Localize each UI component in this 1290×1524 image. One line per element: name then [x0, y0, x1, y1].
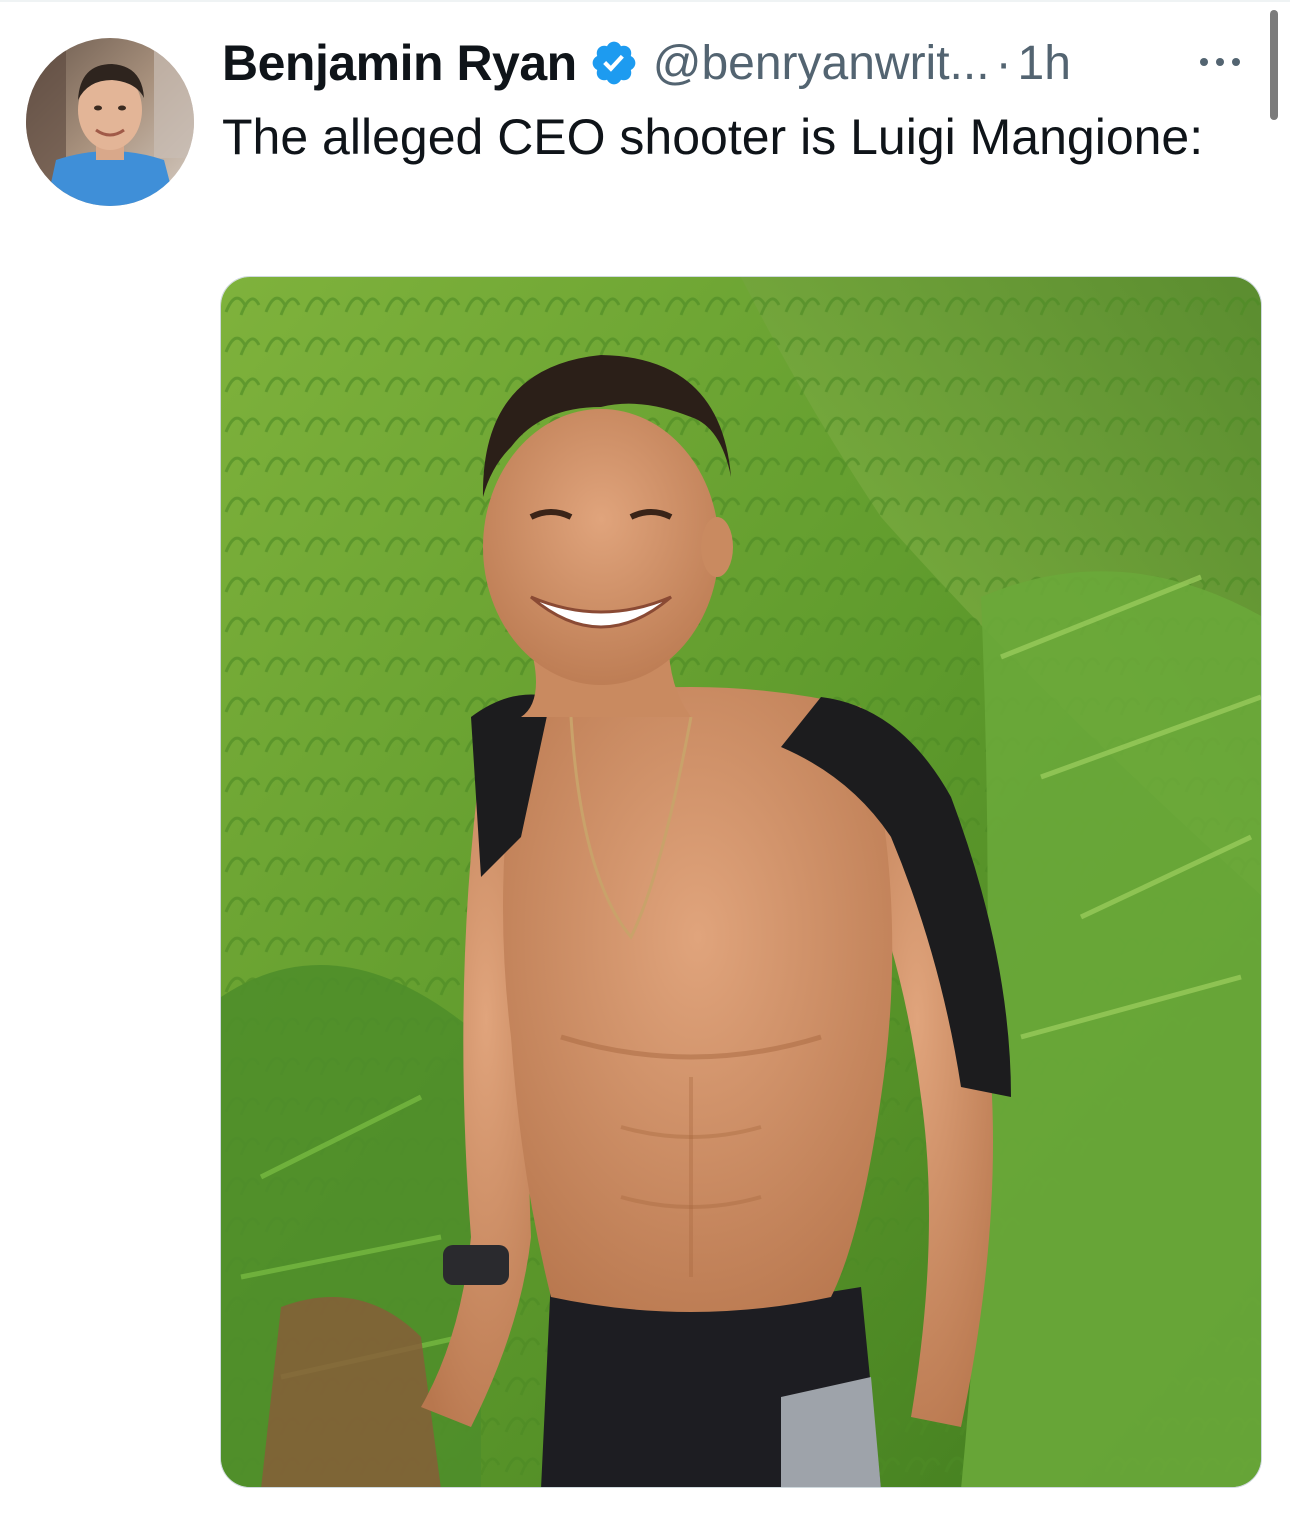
photo-image [221, 277, 1261, 1487]
scrollbar[interactable] [1270, 10, 1278, 120]
more-horizontal-icon[interactable] [1196, 54, 1244, 70]
tweet-screen: Benjamin Ryan @benryanwrit... · 1h The a… [0, 0, 1290, 1524]
divider [0, 0, 1290, 2]
timestamp[interactable]: 1h [1018, 36, 1071, 91]
display-name[interactable]: Benjamin Ryan [222, 34, 577, 92]
tweet-photo[interactable] [220, 276, 1262, 1488]
separator-dot: · [995, 36, 1012, 90]
verified-badge-icon[interactable] [589, 38, 639, 88]
user-handle[interactable]: @benryanwrit... [653, 36, 990, 91]
tweet-header: Benjamin Ryan @benryanwrit... · 1h [222, 30, 1071, 96]
tweet-text: The alleged CEO shooter is Luigi Mangion… [222, 109, 1204, 165]
avatar-photo-icon [26, 38, 194, 206]
avatar[interactable] [26, 38, 194, 206]
